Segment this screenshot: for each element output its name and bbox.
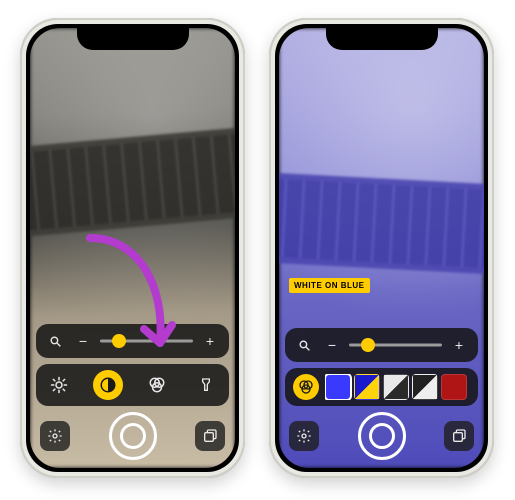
- filters-panel: [285, 368, 478, 406]
- mode-panel: [36, 364, 229, 406]
- zoom-out-button[interactable]: −: [321, 334, 343, 356]
- phone-left: − +: [20, 18, 245, 478]
- viewfinder-keyboard: [279, 172, 484, 275]
- magnifier-controls: − +: [285, 328, 478, 462]
- zoom-panel: − +: [285, 328, 478, 362]
- filter-swatch-yellow-on-blue[interactable]: [354, 374, 380, 400]
- zoom-out-button[interactable]: −: [72, 330, 94, 352]
- zoom-in-button[interactable]: +: [199, 330, 221, 352]
- magnifier-icon: [44, 330, 66, 352]
- contrast-button[interactable]: [93, 370, 123, 400]
- zoom-slider-thumb[interactable]: [361, 338, 375, 352]
- phone-mockups: − +: [0, 0, 515, 496]
- notch: [326, 28, 438, 50]
- zoom-panel: − +: [36, 324, 229, 358]
- multi-capture-button[interactable]: [195, 421, 225, 451]
- filter-swatch-red[interactable]: [441, 374, 467, 400]
- bottom-controls: [285, 412, 478, 462]
- multi-capture-button[interactable]: [444, 421, 474, 451]
- filter-swatch-strip[interactable]: [325, 374, 470, 400]
- shutter-button[interactable]: [109, 412, 157, 460]
- screen-right: WHITE ON BLUE − +: [279, 28, 484, 468]
- settings-button[interactable]: [40, 421, 70, 451]
- bottom-controls: [36, 412, 229, 462]
- filter-swatch-white-on-blue[interactable]: [325, 374, 351, 400]
- notch: [77, 28, 189, 50]
- filter-swatch-inverted[interactable]: [412, 374, 438, 400]
- magnifier-icon: [293, 334, 315, 356]
- settings-button[interactable]: [289, 421, 319, 451]
- screen-left: − +: [30, 28, 235, 468]
- zoom-slider-thumb[interactable]: [112, 334, 126, 348]
- filters-button[interactable]: [142, 370, 172, 400]
- magnifier-controls: − +: [36, 324, 229, 462]
- active-filter-label: WHITE ON BLUE: [289, 278, 370, 293]
- shutter-button[interactable]: [358, 412, 406, 460]
- phone-right: WHITE ON BLUE − +: [269, 18, 494, 478]
- filter-swatch-grayscale[interactable]: [383, 374, 409, 400]
- filters-button[interactable]: [293, 374, 319, 400]
- zoom-slider[interactable]: [100, 333, 193, 349]
- flashlight-button[interactable]: [191, 370, 221, 400]
- zoom-in-button[interactable]: +: [448, 334, 470, 356]
- zoom-slider[interactable]: [349, 337, 442, 353]
- brightness-button[interactable]: [44, 370, 74, 400]
